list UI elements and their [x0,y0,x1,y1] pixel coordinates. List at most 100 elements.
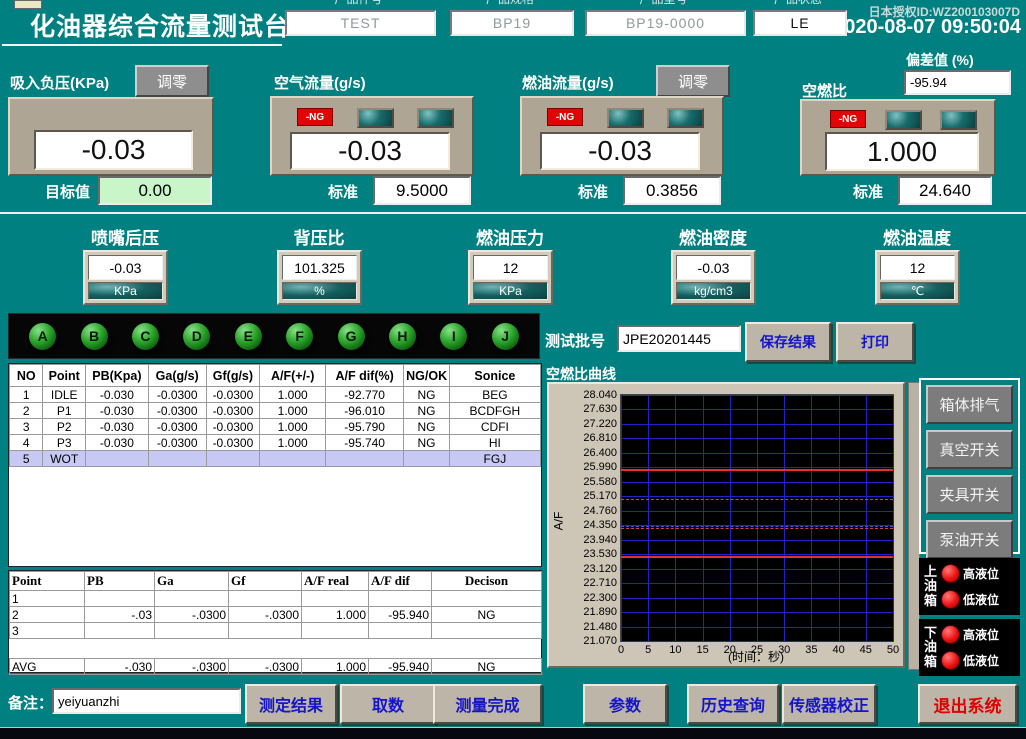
afr-std-field[interactable]: 24.640 [898,176,992,205]
save-results-button[interactable]: 保存结果 [745,322,831,362]
product-field-2[interactable]: BP19 [450,10,574,36]
summary-cell [432,623,542,639]
y-tick-label: 23.940 [583,534,617,546]
low-level-indicator-light [941,651,960,670]
deviation-field: -95.94 [904,70,1011,95]
batch-input[interactable]: JPE20201445 [617,325,741,352]
y-tick-label: 23.530 [583,548,617,560]
product-field-label-3: 产品型号 [585,0,742,5]
v-gridline [784,395,785,641]
sensor-calibration-button[interactable]: 传感器校正 [782,684,876,724]
summary-cell: -.0300 [229,607,302,623]
result-cell [404,451,450,467]
gauge-unit-button-3[interactable]: KPa [473,282,548,300]
zero-button-fuel[interactable]: 调零 [656,65,730,97]
fuel-std-field[interactable]: 0.3856 [623,176,721,205]
indicator-ball-D: D [183,323,210,350]
tank-level-rows: 高液位低液位 [941,561,1016,612]
params-button[interactable]: 参数 [583,684,667,724]
gauge-2: 101.325% [277,250,362,305]
summary-spacer-row [10,639,542,659]
result-row-5[interactable]: 5WOTFGJ [10,451,541,467]
result-cell: WOT [43,451,86,467]
measure-result-button[interactable]: 测定结果 [245,684,337,724]
vacuum-switch-button[interactable]: 真空开关 [926,430,1013,469]
result-row-3[interactable]: 3P2-0.030-0.0300-0.03001.000-95.790NGCDF… [10,419,541,435]
indicator-ball-A: A [29,323,56,350]
gauge-value-4: -0.03 [676,255,751,280]
gauge-4: -0.03 kg/cm3 [671,250,756,305]
zero-button-suction[interactable]: 调零 [135,65,209,97]
y-tick-label: 21.890 [583,606,617,618]
summary-cell: 1.000 [302,659,369,675]
x-axis-label: (时间：秒) [620,648,892,665]
app-window: 化油器综合流量测试台 日本授权ID:WZ200103007D 2020-08-0… [0,0,1026,739]
fixture-switch-button[interactable]: 夹具开关 [926,475,1013,514]
result-cell: HI [449,435,540,451]
summary-cell: 1 [10,591,85,607]
h-gridline [621,641,893,642]
air-status-lamp-2 [417,108,454,128]
gauge-1: -0.03 KPa [83,250,168,305]
indicator-ball-G: G [338,323,365,350]
afr-panel: -NG 1.000 [800,99,996,176]
gauge-unit-button-2[interactable]: % [282,282,357,300]
fetch-data-button[interactable]: 取数 [340,684,436,724]
tank-name: 下油箱 [923,626,938,668]
note-input[interactable]: yeiyuanzhi [52,688,241,714]
result-row-1[interactable]: 1IDLE-0.030-0.0300-0.03001.000-92.770NGB… [10,387,541,403]
result-cell [148,451,206,467]
app-title: 化油器综合流量测试台 [30,7,290,43]
v-gridline [893,395,894,641]
oil-pump-switch-button[interactable]: 泵油开关 [926,520,1013,559]
afr-status-lamp-1 [885,110,922,130]
gauge-unit-button-5[interactable]: ℃ [880,282,955,300]
afr-ng-badge: -NG [830,110,866,128]
summary-col-header: Gf [229,572,302,591]
level-label: 低液位 [963,591,999,608]
measure-complete-button[interactable]: 测量完成 [433,684,542,724]
print-button[interactable]: 打印 [836,322,914,362]
summary-cell: -95.940 [369,659,432,675]
history-query-button[interactable]: 历史查询 [687,684,779,724]
product-field-3[interactable]: BP19-0000 [585,10,746,36]
exit-system-button[interactable]: 退出系统 [918,684,1017,724]
fuel-status-lamp-1 [607,108,644,128]
result-cell: FGJ [449,451,540,467]
low-level-indicator-light [941,590,960,609]
gauge-unit-button-4[interactable]: kg/cm3 [676,282,751,300]
result-row-2[interactable]: 2P1-0.030-0.0300-0.03001.000-96.010NGBCD… [10,403,541,419]
tank-level-rows: 高液位低液位 [941,622,1016,673]
y-tick-label: 21.480 [583,621,617,633]
results-col-header: Ga(g/s) [148,365,206,387]
summary-cell: -95.940 [369,607,432,623]
result-cell: 1.000 [260,403,326,419]
batch-label: 测试批号 [545,330,605,351]
result-cell: IDLE [43,387,86,403]
box-exhaust-button[interactable]: 箱体排气 [926,385,1013,424]
target-value-field[interactable]: 0.00 [98,176,212,205]
afr-std-label: 标准 [853,181,883,202]
summary-cell [302,623,369,639]
air-std-field[interactable]: 9.5000 [373,176,471,205]
summary-col-header: PB [85,572,155,591]
product-field-1[interactable]: TEST [285,10,436,36]
result-cell: P3 [43,435,86,451]
summary-cell [85,623,155,639]
result-cell: NG [404,435,450,451]
result-cell: BEG [449,387,540,403]
fuel-flow-panel: -NG -0.03 [520,96,724,176]
result-cell: -0.030 [85,387,148,403]
result-row-4[interactable]: 4P3-0.030-0.0300-0.03001.000-95.740NGHI [10,435,541,451]
result-cell [260,451,326,467]
gauge-unit-button-1[interactable]: KPa [88,282,163,300]
summary-cell [155,591,229,607]
v-gridline [757,395,758,641]
product-field-4[interactable]: LE [753,10,847,36]
v-gridline [866,395,867,641]
summary-header-row: PointPBGaGfA/F realA/F difDecison [10,572,542,591]
fuel-std-label: 标准 [578,181,608,202]
suction-pressure-panel: -0.03 [8,97,214,176]
y-tick-label: 26.810 [583,432,617,444]
gauge-value-1: -0.03 [88,255,163,280]
